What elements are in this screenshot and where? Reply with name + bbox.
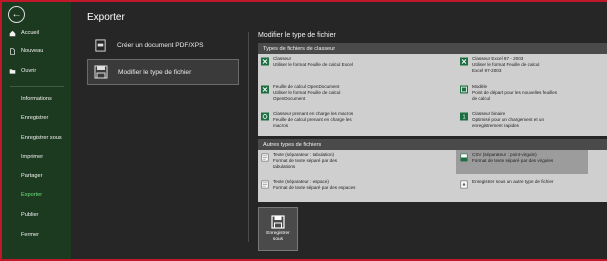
open-folder-icon (9, 68, 16, 74)
sidebar-item-publier[interactable]: Publier (2, 207, 71, 223)
workbook-types-header: Types de fichiers de classeur (258, 43, 607, 54)
other-types-header: Autres types de fichiers (258, 139, 607, 150)
pdf-document-icon (93, 38, 107, 52)
arrow-left-icon[interactable]: ← (8, 6, 25, 23)
sidebar-item-enregistrer-sous[interactable]: Enregistrer sous (2, 130, 71, 146)
excel-file-icon (460, 57, 468, 66)
sidebar-item-fermer[interactable]: Fermer (2, 227, 71, 243)
backstage-sidebar: ← Accueil Nouveau Ouvrir Informations En… (2, 2, 71, 259)
excel-macro-icon (261, 112, 269, 121)
sidebar-item-label: Fermer (21, 232, 40, 238)
export-panel: Exporter Créer un document PDF/XPS Modif… (71, 2, 607, 259)
page-title: Exporter (87, 12, 125, 23)
save-as-label: Enregistrer sous (266, 231, 289, 243)
file-type-xlsm[interactable]: Classeur prenant en charge les macros Feu… (261, 111, 401, 135)
sidebar-item-partager[interactable]: Partager (2, 168, 71, 184)
excel-file-icon (261, 57, 269, 66)
sidebar-item-label: Enregistrer (21, 115, 49, 121)
save-as-label-line1: Enregistrer (266, 230, 290, 236)
sidebar-item-accueil[interactable]: Accueil (2, 25, 71, 41)
svg-text:1: 1 (462, 115, 465, 121)
sidebar-item-enregistrer[interactable]: Enregistrer (2, 110, 71, 126)
file-type-xls[interactable]: Classeur Excel 97 - 2003 Utiliser le form… (460, 56, 600, 78)
sidebar-item-ouvrir[interactable]: Ouvrir (2, 63, 71, 79)
file-type-desc: Excel 97-2003 (472, 68, 502, 74)
file-type-csv[interactable]: CSV (séparateur : point-virgule) Format d… (456, 150, 588, 174)
file-type-txt-tab[interactable]: Texte (séparateur : tabulation) Format de… (261, 152, 389, 176)
section-title: Modifier le type de fichier (258, 32, 336, 39)
change-file-type-option[interactable]: Modifier le type de fichier (87, 59, 239, 85)
file-type-desc: OpenDocument (273, 96, 306, 102)
file-type-other[interactable]: Enregistrer sous un autre type de fichie… (460, 179, 600, 193)
file-type-xlsb[interactable]: 1 Classeur binaire Optimisé pour un charg… (460, 111, 600, 135)
sidebar-item-label: Exporter (21, 192, 43, 198)
sidebar-item-label: Nouveau (21, 48, 44, 54)
excel-binary-icon: 1 (460, 112, 468, 121)
file-type-desc: Utiliser le format Feuille de calcul Exc… (273, 62, 353, 68)
sidebar-item-exporter[interactable]: Exporter (2, 187, 71, 203)
sidebar-item-label: Informations (21, 96, 52, 102)
sidebar-item-label: Ouvrir (21, 68, 37, 74)
save-as-label-line2: sous (272, 237, 284, 242)
sidebar-item-label: Partager (21, 173, 43, 179)
sidebar-divider (10, 86, 64, 87)
file-type-template[interactable]: Modèle Point de départ pour les nouvelles… (460, 84, 600, 108)
sidebar-item-label: Publier (21, 212, 39, 218)
file-type-desc: Format de texte séparé par des virgules (472, 158, 554, 164)
change-file-type-icon (94, 65, 108, 79)
option-label: Modifier le type de fichier (118, 68, 192, 76)
excel-template-icon (460, 85, 468, 94)
excel-file-icon (261, 85, 269, 94)
sidebar-item-nouveau[interactable]: Nouveau (2, 43, 71, 59)
sidebar-item-label: Accueil (21, 30, 40, 36)
panel-divider (248, 32, 249, 242)
sidebar-item-imprimer[interactable]: Imprimer (2, 149, 71, 165)
sidebar-item-label: Imprimer (21, 154, 44, 160)
file-type-desc: macros (273, 123, 289, 129)
create-pdf-xps-option[interactable]: Créer un document PDF/XPS (87, 32, 239, 58)
file-type-desc: enregistrement rapides (472, 123, 519, 129)
file-type-xlsx[interactable]: Classeur Utiliser le format Feuille de ca… (261, 56, 389, 78)
sidebar-item-informations[interactable]: Informations (2, 91, 71, 107)
new-document-icon (10, 47, 15, 55)
file-type-txt-space[interactable]: Texte (séparateur : espace) Format de tex… (261, 179, 401, 201)
file-type-desc: tabulations (273, 164, 296, 170)
file-type-desc: Format de texte séparé par des espaces (273, 185, 356, 191)
floppy-disk-icon (271, 215, 285, 229)
sidebar-item-label: Enregistrer sous (21, 135, 62, 141)
file-type-title: Enregistrer sous un autre type de fichie… (472, 179, 554, 184)
file-type-desc: de calcul (472, 96, 491, 102)
text-file-icon (261, 180, 269, 189)
option-label: Créer un document PDF/XPS (117, 41, 204, 49)
text-file-icon (261, 153, 269, 162)
file-type-ods[interactable]: Feuille de calcul OpenDocument Utiliser l… (261, 84, 389, 108)
home-icon (9, 30, 16, 36)
csv-file-icon (460, 153, 468, 162)
save-as-button[interactable]: Enregistrer sous (258, 207, 298, 251)
save-as-other-icon (460, 180, 468, 189)
